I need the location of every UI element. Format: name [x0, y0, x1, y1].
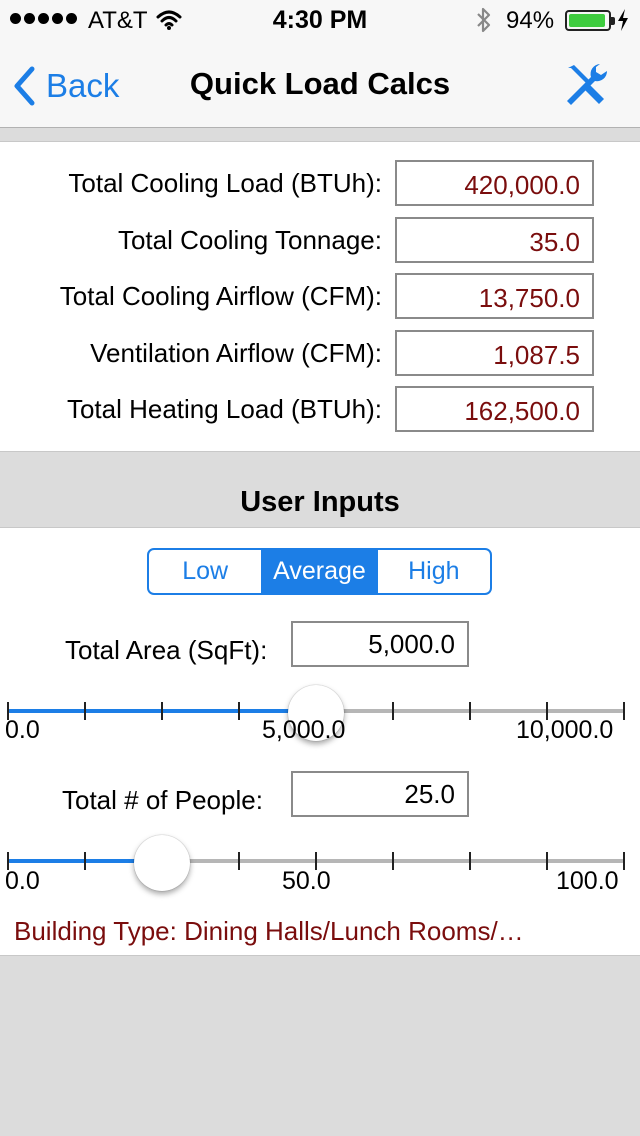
result-value: 162,500.0 — [395, 386, 594, 432]
slider-tick — [84, 702, 86, 720]
page-title: Quick Load Calcs — [189, 66, 451, 101]
bluetooth-icon — [475, 7, 493, 38]
tools-icon — [567, 64, 608, 105]
navigation-bar: Back Quick Load Calcs — [0, 40, 640, 128]
battery-fill — [569, 14, 605, 27]
charging-bolt-icon — [617, 9, 629, 36]
status-bar: AT&T 4:30 PM 94% — [0, 0, 640, 40]
load-level-segmented-control: Low Average High — [147, 548, 492, 595]
total-area-label: Total Area (SqFt): — [65, 635, 268, 665]
people-slider-min-label: 0.0 — [5, 867, 40, 895]
result-value: 13,750.0 — [395, 273, 594, 319]
total-people-input[interactable] — [291, 771, 469, 817]
result-row-cooling-tonnage: Total Cooling Tonnage: 35.0 — [0, 217, 640, 263]
segment-average[interactable]: Average — [263, 550, 378, 593]
segment-high[interactable]: High — [378, 550, 490, 593]
result-label: Ventilation Airflow (CFM): — [90, 338, 382, 368]
result-value: 420,000.0 — [395, 160, 594, 206]
total-area-input[interactable] — [291, 621, 469, 667]
user-inputs-panel: Low Average High Total Area (SqFt): 0.0 … — [0, 527, 640, 956]
slider-tick — [238, 852, 240, 870]
result-row-cooling-load: Total Cooling Load (BTUh): 420,000.0 — [0, 160, 640, 206]
tools-button[interactable] — [560, 60, 610, 110]
slider-tick — [469, 702, 471, 720]
slider-tick — [392, 702, 394, 720]
slider-tick — [623, 852, 625, 870]
building-type-selector[interactable]: Building Type: Dining Halls/Lunch Rooms/… — [14, 916, 524, 947]
area-slider-mid-label: 5,000.0 — [262, 716, 346, 744]
result-row-cooling-airflow: Total Cooling Airflow (CFM): 13,750.0 — [0, 273, 640, 319]
area-slider-max-label: 10,000.0 — [516, 716, 614, 744]
slider-tick — [238, 702, 240, 720]
slider-tick — [392, 852, 394, 870]
total-people-label: Total # of People: — [62, 785, 263, 815]
battery-icon — [565, 10, 615, 31]
results-panel: Total Cooling Load (BTUh): 420,000.0 Tot… — [0, 141, 640, 452]
area-slider-min-label: 0.0 — [5, 716, 40, 744]
result-row-ventilation-airflow: Ventilation Airflow (CFM): 1,087.5 — [0, 330, 640, 376]
result-label: Total Cooling Load (BTUh): — [68, 168, 382, 198]
people-slider-mid-label: 50.0 — [282, 867, 331, 895]
result-label: Total Cooling Airflow (CFM): — [59, 281, 382, 311]
result-value: 1,087.5 — [395, 330, 594, 376]
slider-tick — [84, 852, 86, 870]
user-inputs-header: User Inputs — [240, 486, 400, 518]
slider-tick — [546, 852, 548, 870]
slider-thumb[interactable] — [134, 835, 190, 891]
result-label: Total Cooling Tonnage: — [117, 225, 382, 255]
slider-tick — [623, 702, 625, 720]
result-label: Total Heating Load (BTUh): — [66, 394, 382, 424]
result-row-heating-load: Total Heating Load (BTUh): 162,500.0 — [0, 386, 640, 432]
result-value: 35.0 — [395, 217, 594, 263]
slider-tick — [469, 852, 471, 870]
people-slider-max-label: 100.0 — [556, 867, 619, 895]
segment-low[interactable]: Low — [149, 550, 264, 593]
slider-tick — [161, 702, 163, 720]
battery-percent: 94% — [506, 7, 555, 34]
